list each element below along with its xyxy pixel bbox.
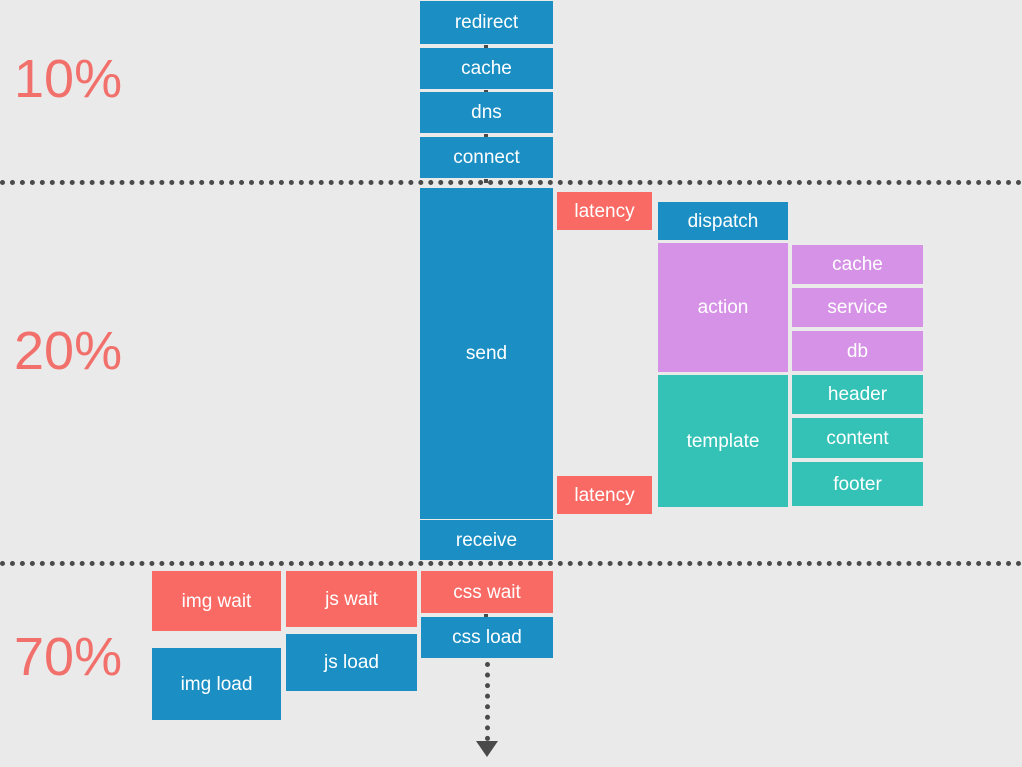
box-latency-response[interactable]: latency	[557, 476, 652, 514]
box-action[interactable]: action	[658, 243, 788, 372]
box-js-wait[interactable]: js wait	[286, 571, 417, 627]
divider-20-70	[0, 561, 1022, 566]
connector-dot-connect-send	[484, 179, 488, 183]
box-connect[interactable]: connect	[420, 137, 553, 178]
box-send[interactable]: send	[420, 188, 553, 519]
flow-arrow-shaft	[485, 662, 490, 741]
box-db[interactable]: db	[792, 331, 923, 371]
box-dispatch[interactable]: dispatch	[658, 202, 788, 240]
box-redirect[interactable]: redirect	[420, 1, 553, 44]
box-template[interactable]: template	[658, 375, 788, 507]
box-css-wait[interactable]: css wait	[421, 571, 553, 613]
box-header[interactable]: header	[792, 375, 923, 414]
box-dns[interactable]: dns	[420, 92, 553, 133]
box-img-load[interactable]: img load	[152, 648, 281, 720]
box-js-load[interactable]: js load	[286, 634, 417, 691]
box-service[interactable]: service	[792, 288, 923, 327]
box-footer[interactable]: footer	[792, 462, 923, 506]
box-latency-request[interactable]: latency	[557, 192, 652, 230]
flow-arrow-head-icon	[476, 741, 498, 757]
box-content[interactable]: content	[792, 418, 923, 458]
divider-10-20	[0, 180, 1022, 185]
box-receive[interactable]: receive	[420, 520, 553, 560]
percent-label-20: 20%	[14, 321, 123, 381]
box-cache-browser[interactable]: cache	[420, 48, 553, 89]
box-img-wait[interactable]: img wait	[152, 571, 281, 631]
diagram-canvas: 10% 20% 70% redirect cache dns connect s…	[0, 0, 1022, 767]
percent-label-10: 10%	[14, 49, 123, 109]
box-css-load[interactable]: css load	[421, 617, 553, 658]
box-cache-server[interactable]: cache	[792, 245, 923, 284]
percent-label-70: 70%	[14, 627, 123, 687]
